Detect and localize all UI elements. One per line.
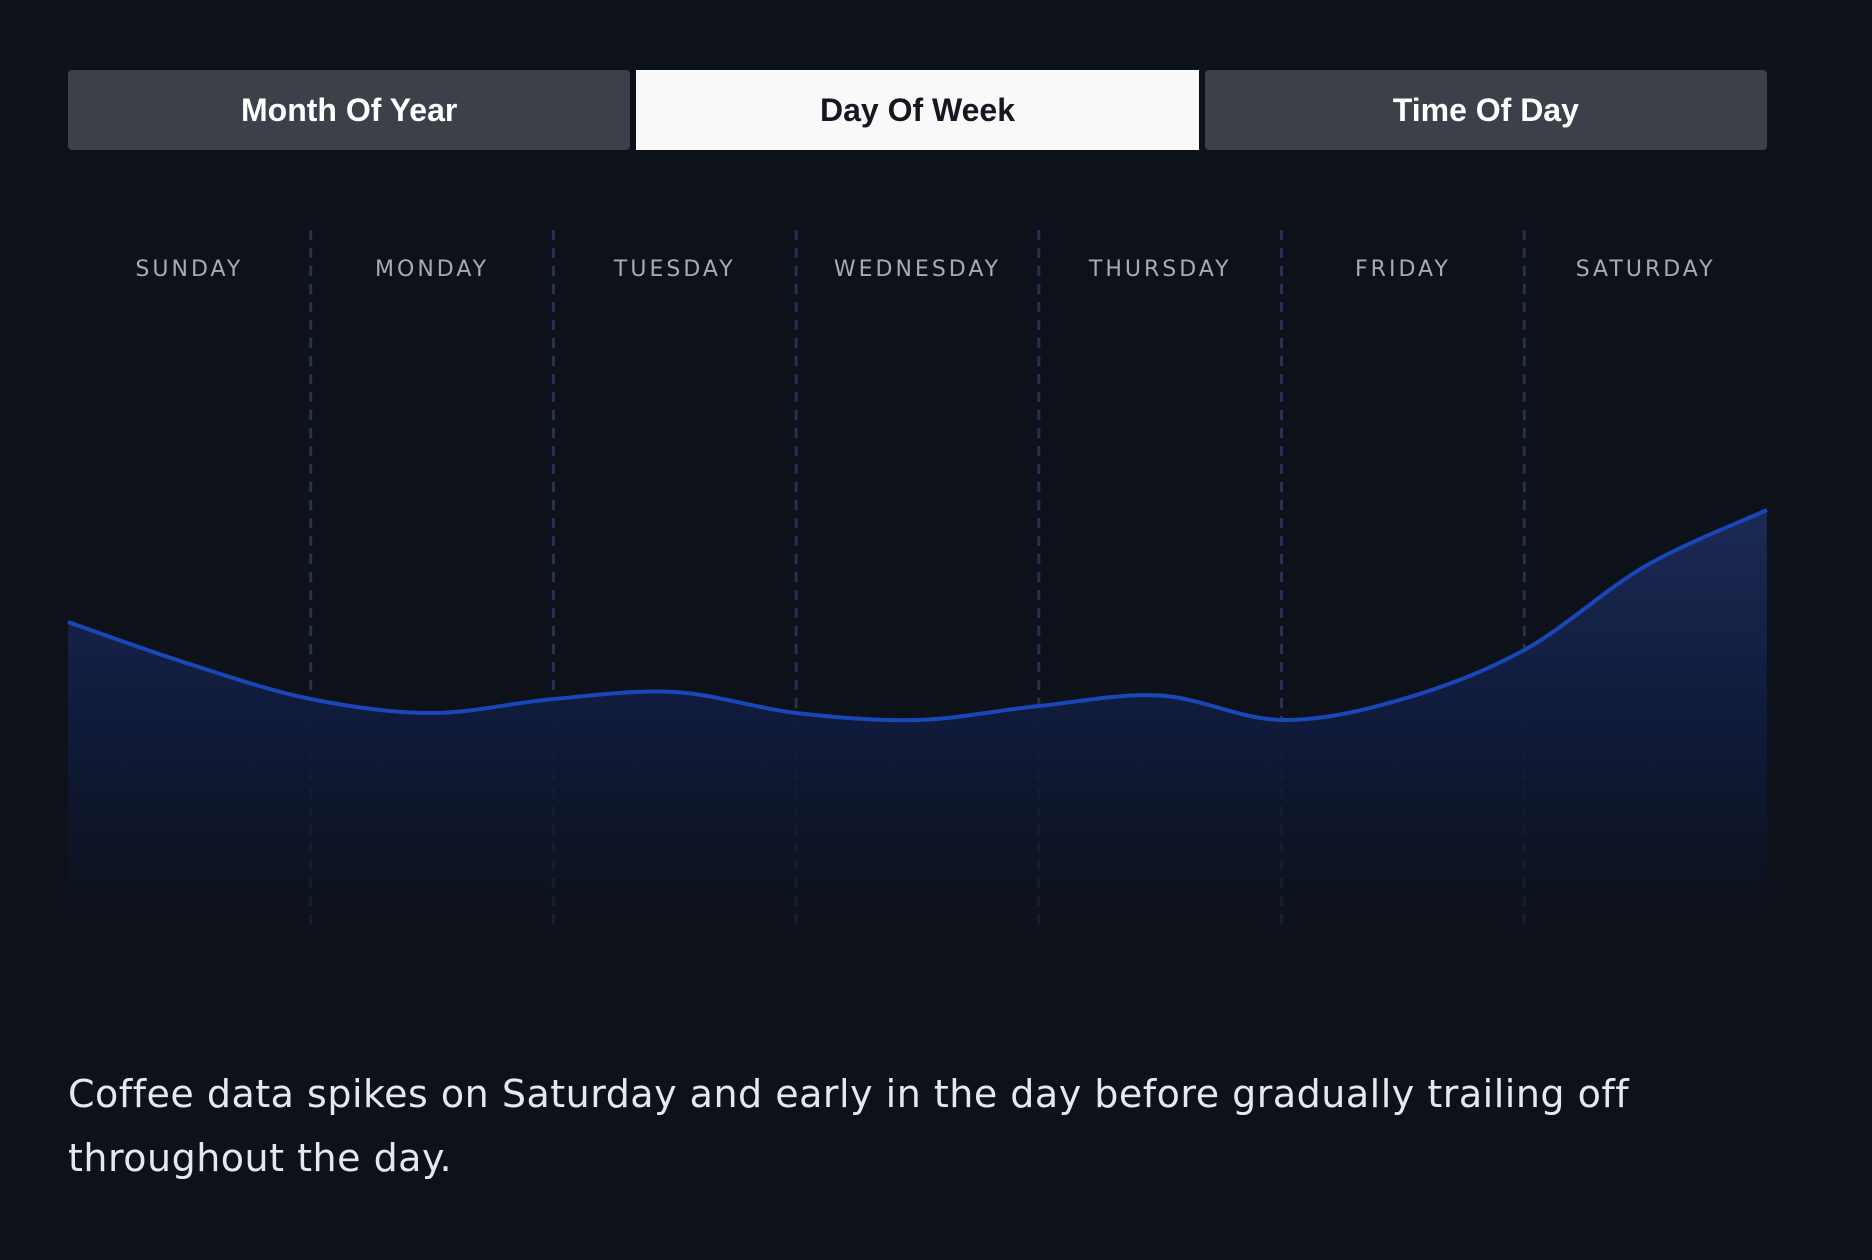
day-label-monday: MONDAY	[375, 257, 489, 282]
day-label-tuesday: TUESDAY	[613, 257, 736, 282]
day-of-week-area-chart: SUNDAY MONDAY TUESDAY WEDNESDAY THURSDAY FRID…	[67, 230, 1768, 930]
chart-caption: Coffee data spikes on Saturday and early…	[68, 1072, 1630, 1180]
day-labels: SUNDAY MONDAY TUESDAY WEDNESDAY THURSDAY FRID…	[135, 257, 1716, 282]
day-label-friday: FRIDAY	[1355, 257, 1451, 282]
area-layer	[67, 508, 1768, 930]
day-label-sunday: SUNDAY	[135, 257, 243, 282]
day-label-thursday: THURSDAY	[1088, 257, 1232, 282]
day-label-wednesday: WEDNESDAY	[834, 257, 1001, 282]
day-label-saturday: SATURDAY	[1576, 257, 1716, 282]
